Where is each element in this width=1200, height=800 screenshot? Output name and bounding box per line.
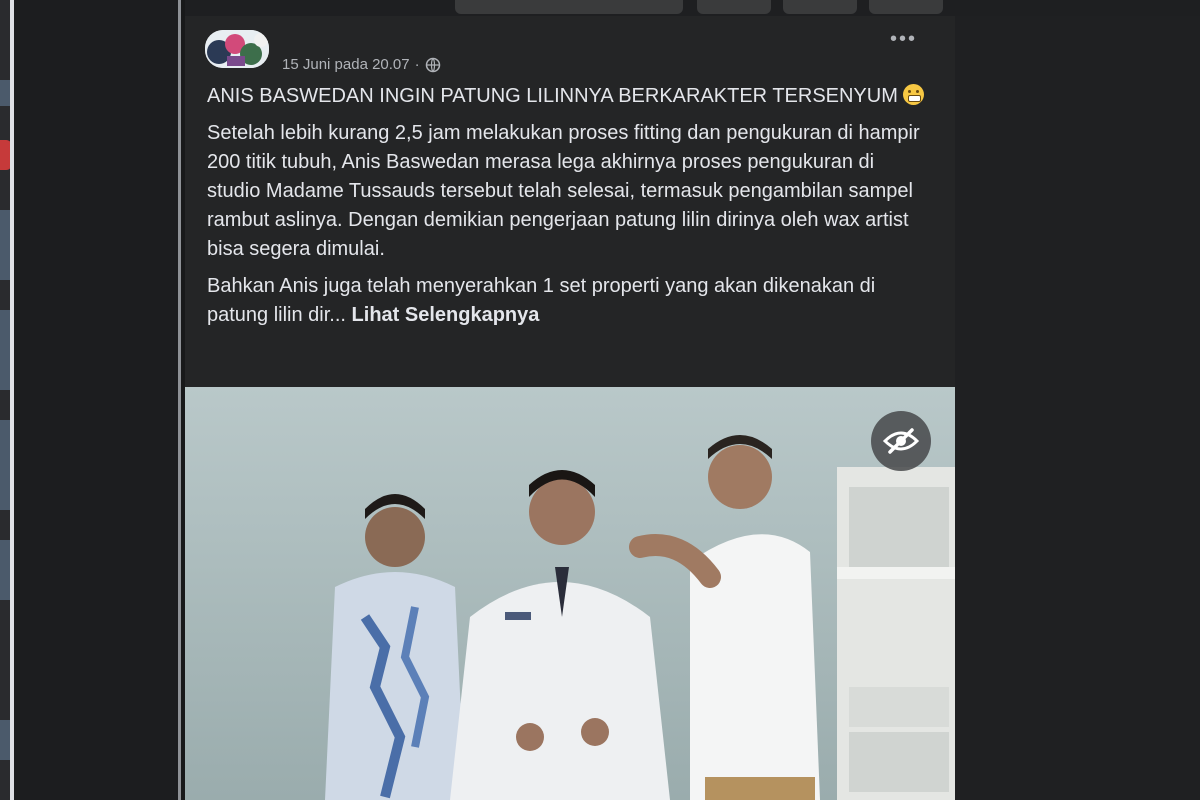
- post-header: 15 Juni pada 20.07 · •••: [205, 29, 935, 74]
- top-tab[interactable]: [869, 0, 943, 14]
- post-body: ANIS BASWEDAN INGIN PATUNG LILINNYA BERK…: [207, 82, 927, 338]
- top-tab[interactable]: [783, 0, 857, 14]
- top-tab[interactable]: [455, 0, 683, 14]
- post-timestamp[interactable]: 15 Juni pada 20.07: [282, 56, 410, 73]
- post-title-text: ANIS BASWEDAN INGIN PATUNG LILINNYA BERK…: [207, 85, 898, 107]
- post-title: ANIS BASWEDAN INGIN PATUNG LILINNYA BERK…: [207, 82, 927, 111]
- post-paragraph-2: Bahkan Anis juga telah menyerahkan 1 set…: [207, 272, 927, 330]
- hide-photo-button[interactable]: [871, 411, 931, 471]
- top-tab[interactable]: [697, 0, 771, 14]
- avatar[interactable]: [205, 30, 269, 68]
- top-bar: [185, 0, 1200, 16]
- see-more-link[interactable]: Lihat Selengkapnya: [352, 304, 540, 326]
- post-card: 15 Juni pada 20.07 · ••• ANIS BASWEDAN I…: [185, 16, 955, 800]
- post-paragraph-1: Setelah lebih kurang 2,5 jam melakukan p…: [207, 122, 920, 260]
- globe-icon: [425, 57, 440, 72]
- eye-slash-icon: [882, 428, 920, 454]
- avatar-image: [205, 30, 269, 68]
- more-options-icon[interactable]: •••: [890, 29, 917, 49]
- meta-separator: ·: [414, 56, 420, 73]
- right-panel: [955, 16, 1200, 800]
- post-meta: 15 Juni pada 20.07 ·: [282, 56, 441, 73]
- post-paragraph-2-text: Bahkan Anis juga telah menyerahkan 1 set…: [207, 275, 876, 326]
- post-photo[interactable]: [185, 387, 955, 800]
- grimacing-face-icon: [903, 84, 925, 105]
- post-photo-illustration: [185, 387, 955, 800]
- left-sidebar-panel: [14, 0, 178, 800]
